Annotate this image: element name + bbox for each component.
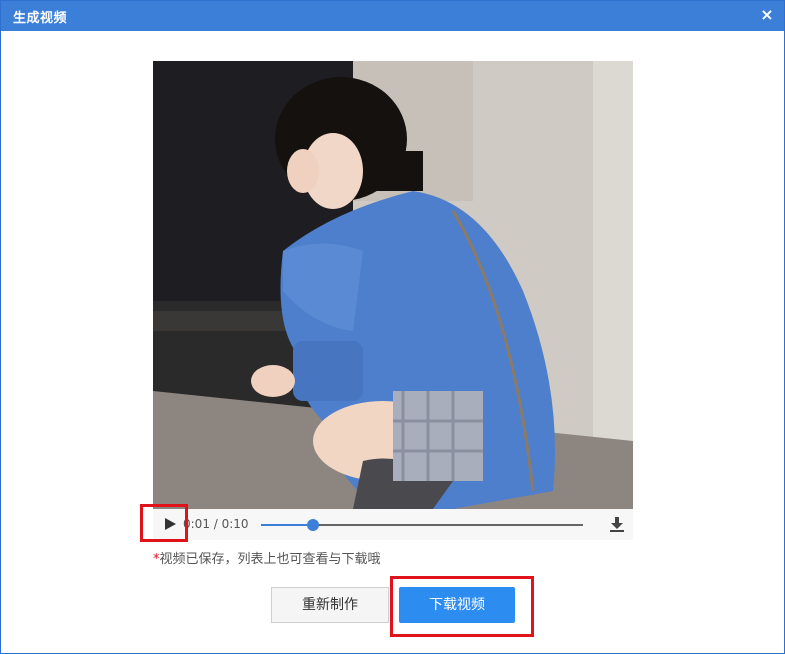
rebuild-button[interactable]: 重新制作	[271, 587, 389, 623]
progress-track[interactable]	[261, 519, 583, 531]
close-icon[interactable]: ×	[758, 6, 776, 24]
download-button-highlight	[390, 576, 534, 637]
play-button-highlight	[140, 504, 188, 542]
dialog-title: 生成视频	[13, 11, 68, 26]
playback-time: 0:01 / 0:10	[183, 517, 249, 531]
generate-video-dialog: 生成视频 × 0:01 / 0:10 *视频已保存，列表上也可查看与下载哦 重新…	[0, 0, 785, 654]
save-notice-text: 视频已保存，列表上也可查看与下载哦	[159, 552, 381, 567]
download-icon[interactable]	[609, 516, 625, 532]
progress-thumb[interactable]	[306, 519, 319, 531]
video-controls: 0:01 / 0:10	[153, 509, 633, 540]
video-preview[interactable]	[153, 61, 633, 509]
video-frame-image	[153, 61, 633, 509]
dialog-titlebar: 生成视频 ×	[1, 1, 784, 31]
save-notice: *视频已保存，列表上也可查看与下载哦	[153, 548, 381, 567]
progress-fill	[261, 524, 313, 526]
